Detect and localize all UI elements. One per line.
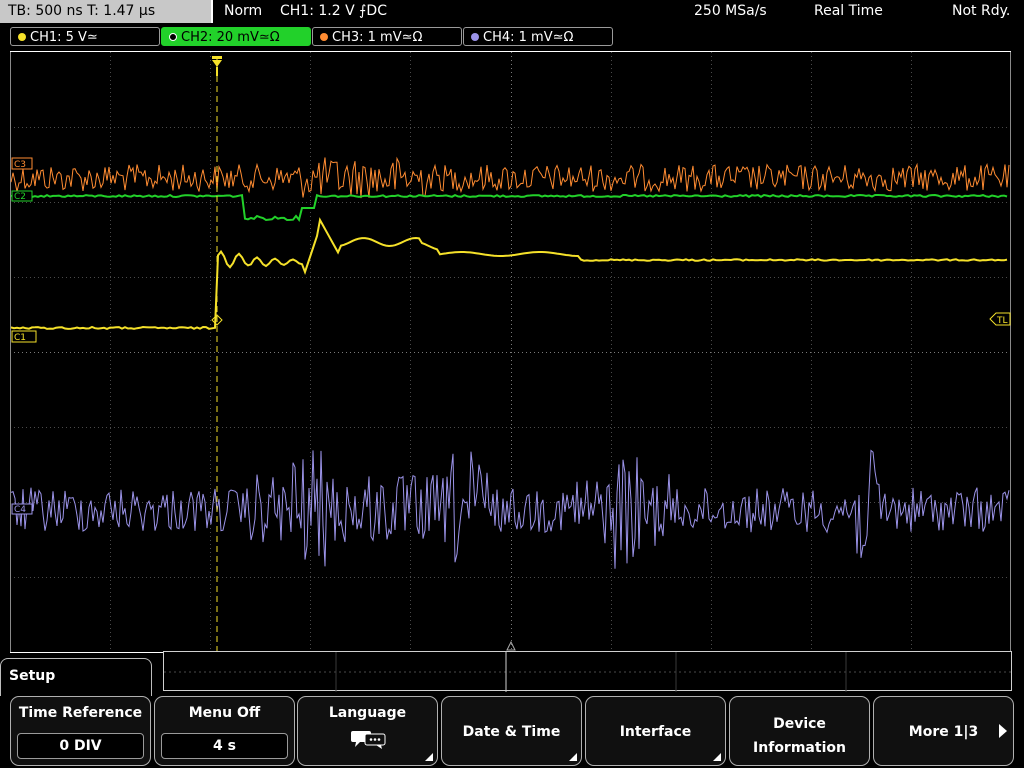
trigger-mode[interactable]: Norm [224, 0, 262, 23]
channel-label: CH1: 5 V≃ [30, 30, 98, 45]
interface-button[interactable]: Interface [585, 696, 726, 766]
speech-bubbles-icon [351, 731, 386, 749]
ch2-color-dot [169, 33, 177, 41]
ch1-ref-marker[interactable]: C1 [11, 330, 37, 343]
submenu-corner-icon [425, 753, 433, 761]
softkey-label: More 1|3 [908, 724, 979, 740]
channel-label: CH2: 20 mV≃Ω [181, 30, 280, 45]
language-button[interactable]: Language [297, 696, 438, 766]
submenu-corner-icon [713, 753, 721, 761]
softkey-label: Time Reference [18, 705, 143, 721]
ch1-ref-label: C1 [14, 333, 26, 343]
menu-off-button[interactable]: Menu Off 4 s [154, 696, 295, 766]
timebase-label: TB: 500 ns T: 1.47 µs [8, 3, 156, 19]
menu-title-tab: Setup [0, 658, 152, 698]
softkey-label-block: Device Information [730, 712, 869, 760]
ch1-waveform [10, 217, 1008, 330]
ch2-waveform [10, 193, 1008, 223]
ch2-ref-marker[interactable]: C2 [11, 190, 33, 202]
softkey-label: Menu Off [188, 705, 261, 721]
trigger-readout[interactable]: CH1: 1.2 V ⨍DC [280, 0, 387, 23]
ch3-waveform [10, 156, 1010, 199]
sample-rate: 250 MSa/s [694, 3, 767, 19]
channel-tab-ch4[interactable]: CH4: 1 mV≃Ω [463, 27, 613, 46]
trigger-level-label: TL [996, 316, 1008, 326]
trigger-level-marker[interactable]: TL [989, 312, 1011, 326]
menu-title: Setup [9, 668, 56, 684]
ch4-waveform [10, 449, 1010, 569]
ch3-ref-marker[interactable]: C3 [11, 157, 33, 170]
submenu-corner-icon [569, 753, 577, 761]
ch4-color-dot [471, 33, 479, 41]
channel-label: CH4: 1 mV≃Ω [483, 30, 574, 45]
ch3-color-dot [320, 33, 328, 41]
softkey-bar: Time Reference 0 DIV Menu Off 4 s Langua… [0, 696, 1024, 768]
ch3-ref-label: C3 [14, 160, 26, 170]
softkey-label: Date & Time [462, 724, 561, 740]
softkey-label: Device [773, 716, 826, 732]
more-button[interactable]: More 1|3 [873, 696, 1014, 766]
time-reference-strip [163, 651, 1013, 692]
ch2-ref-label: C2 [14, 192, 26, 202]
waveform-display[interactable]: C3 C2 C1 C4 TL [10, 51, 1011, 653]
waveform-traces [10, 156, 1010, 569]
softkey-label: Language [328, 705, 407, 721]
softkey-label-line2: Information [753, 740, 846, 756]
ch4-ref-label: C4 [14, 505, 26, 515]
timebase-readout[interactable]: TB: 500 ns T: 1.47 µs [0, 0, 213, 23]
channel-tab-ch3[interactable]: CH3: 1 mV≃Ω [312, 27, 462, 46]
channel-tab-ch1[interactable]: CH1: 5 V≃ [10, 27, 160, 46]
chevron-right-icon [999, 724, 1007, 738]
softkey-label: Interface [619, 724, 692, 740]
time-reference-value: 0 DIV [17, 733, 144, 759]
trigger-position-marker[interactable] [212, 56, 222, 76]
time-reference-button[interactable]: Time Reference 0 DIV [10, 696, 151, 766]
menu-off-value: 4 s [161, 733, 288, 759]
ch4-ref-marker[interactable]: C4 [11, 503, 33, 515]
channel-label: CH3: 1 mV≃Ω [332, 30, 423, 45]
acquisition-mode: Real Time [814, 3, 883, 19]
trigger-status: Not Rdy. [952, 3, 1011, 19]
date-time-button[interactable]: Date & Time [441, 696, 582, 766]
ch1-color-dot [18, 33, 26, 41]
channel-bar: CH1: 5 V≃ CH2: 20 mV≃Ω CH3: 1 mV≃Ω CH4: … [0, 26, 1024, 48]
channel-tab-ch2[interactable]: CH2: 20 mV≃Ω [161, 27, 311, 46]
status-bar: TB: 500 ns T: 1.47 µs Norm CH1: 1.2 V ⨍D… [0, 0, 1024, 24]
graticule-grid [10, 52, 1011, 652]
device-information-button[interactable]: Device Information [729, 696, 870, 766]
